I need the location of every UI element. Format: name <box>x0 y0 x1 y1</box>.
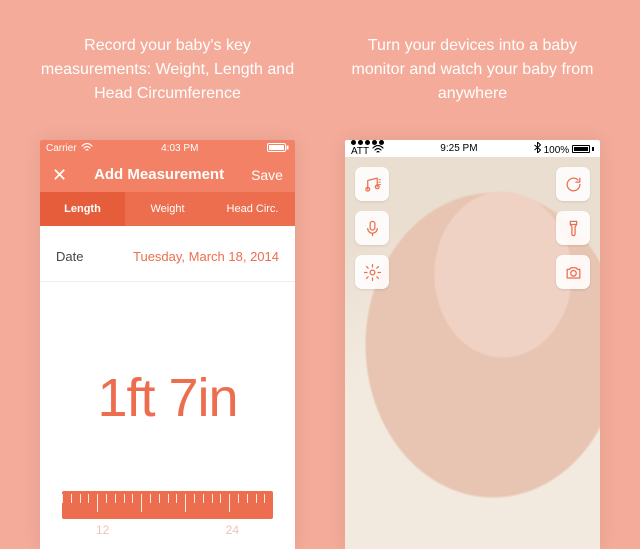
carrier-label: ATT <box>351 146 369 157</box>
nav-title: Add Measurement <box>94 166 224 183</box>
ruler-slider[interactable]: 12 24 <box>62 491 273 537</box>
clock: 9:25 PM <box>440 143 477 154</box>
settings-button[interactable] <box>355 255 389 289</box>
date-label: Date <box>56 249 83 264</box>
tab-length[interactable]: Length <box>40 192 125 226</box>
phone-left: Carrier 4:03 PM ✕ Add Measurement Save <box>40 140 295 549</box>
wifi-icon <box>81 143 93 155</box>
camera-button[interactable] <box>556 255 590 289</box>
ruler-label-24: 24 <box>226 523 239 537</box>
ruler-label-12: 12 <box>96 523 109 537</box>
measurement-tabs: Length Weight Head Circ. <box>40 192 295 226</box>
bluetooth-icon <box>534 145 544 156</box>
close-button[interactable]: ✕ <box>52 166 67 184</box>
tab-head-circ[interactable]: Head Circ. <box>210 192 295 226</box>
wifi-icon <box>372 146 384 157</box>
battery-icon <box>267 143 289 155</box>
carrier-label: Carrier <box>46 143 77 154</box>
date-row[interactable]: Date Tuesday, March 18, 2014 <box>40 232 295 282</box>
clock: 4:03 PM <box>161 143 198 154</box>
tab-weight[interactable]: Weight <box>125 192 210 226</box>
save-button[interactable]: Save <box>251 167 283 183</box>
mic-button[interactable] <box>355 211 389 245</box>
flashlight-button[interactable] <box>556 211 590 245</box>
phone-right: ATT 9:25 PM 100% <box>345 140 600 549</box>
music-button[interactable] <box>355 167 389 201</box>
status-bar: ATT 9:25 PM 100% <box>345 140 600 157</box>
camera-feed <box>345 157 600 549</box>
nav-bar: ✕ Add Measurement Save <box>40 157 295 192</box>
status-bar: Carrier 4:03 PM <box>40 140 295 157</box>
refresh-button[interactable] <box>556 167 590 201</box>
promo-text-left: Record your baby's key measurements: Wei… <box>25 0 310 140</box>
battery-percent: 100% <box>544 145 570 156</box>
battery-icon <box>572 145 594 153</box>
promo-text-right: Turn your devices into a baby monitor an… <box>330 0 615 140</box>
date-value: Tuesday, March 18, 2014 <box>133 249 279 264</box>
